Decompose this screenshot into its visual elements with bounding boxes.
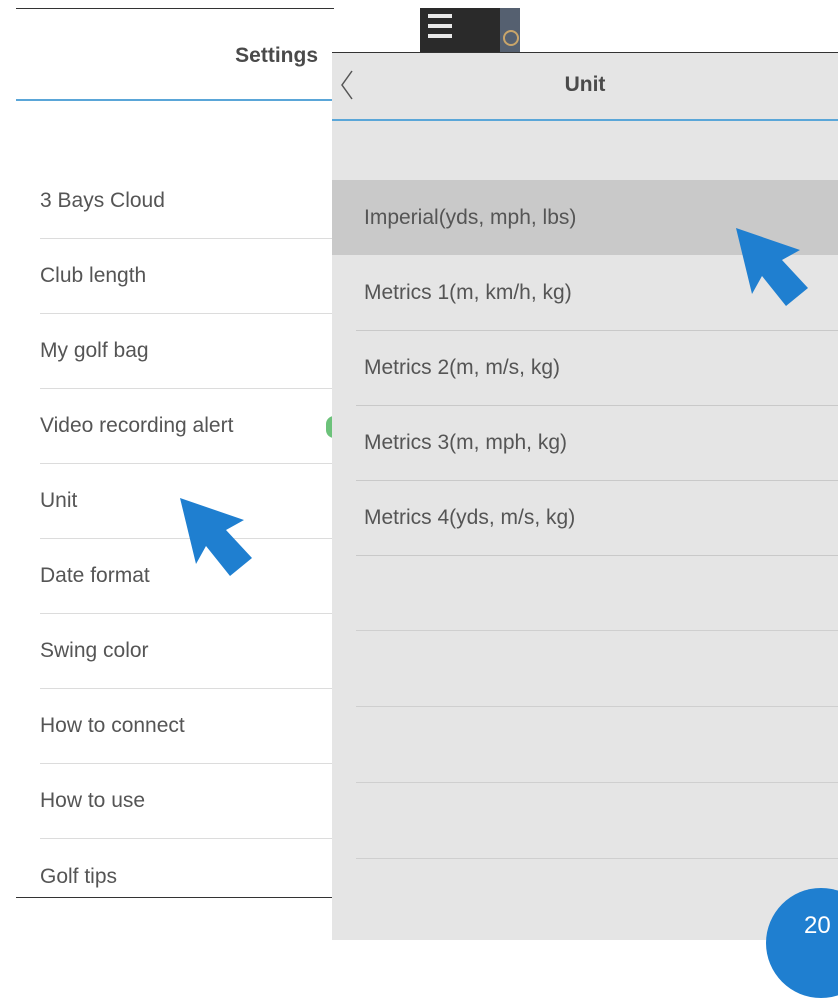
settings-header-underline <box>16 99 334 101</box>
unit-option-label: Metrics 2(m, m/s, kg) <box>364 355 561 379</box>
hamburger-icon-line <box>428 24 452 28</box>
settings-item-how-to-connect[interactable]: How to connect <box>40 689 334 764</box>
settings-item-label: My golf bag <box>40 339 149 362</box>
unit-option-label: Metrics 1(m, km/h, kg) <box>364 280 572 304</box>
unit-option-label: Metrics 4(yds, m/s, kg) <box>364 505 576 529</box>
settings-item-label: How to use <box>40 789 146 812</box>
settings-item-video-recording-alert[interactable]: Video recording alert <box>40 389 334 464</box>
menu-button[interactable] <box>420 8 520 52</box>
hamburger-icon-line <box>428 34 452 38</box>
settings-item-club-length[interactable]: Club length <box>40 239 334 314</box>
settings-item-label: Unit <box>40 489 78 512</box>
unit-title: Unit <box>564 73 606 96</box>
settings-item-label: Date format <box>40 564 150 587</box>
empty-row <box>356 555 838 631</box>
settings-item-label: 3 Bays Cloud <box>40 189 165 212</box>
empty-row <box>356 707 838 783</box>
unit-option-label: Imperial(yds, mph, lbs) <box>364 205 577 229</box>
settings-item-label: Swing color <box>40 639 149 662</box>
empty-row <box>356 783 838 859</box>
unit-option-label: Metrics 3(m, mph, kg) <box>364 430 568 454</box>
settings-item-3-bays-cloud[interactable]: 3 Bays Cloud <box>40 164 334 239</box>
pointer-arrow-icon <box>180 498 252 576</box>
unit-option-metrics-3[interactable]: Metrics 3(m, mph, kg) <box>332 405 838 481</box>
empty-row <box>356 631 838 707</box>
settings-item-label: Club length <box>40 264 147 287</box>
top-divider <box>16 8 334 9</box>
settings-item-swing-color[interactable]: Swing color <box>40 614 334 689</box>
settings-item-label: Golf tips <box>40 864 118 888</box>
unit-header: Unit <box>332 53 838 119</box>
empty-list-rows <box>332 555 838 859</box>
pointer-arrow-icon <box>736 228 808 306</box>
settings-item-label: Video recording alert <box>40 414 234 437</box>
thumbnail-image <box>500 8 520 52</box>
unit-option-metrics-2[interactable]: Metrics 2(m, m/s, kg) <box>332 330 838 406</box>
settings-item-label: How to connect <box>40 714 185 737</box>
settings-item-how-to-use[interactable]: How to use <box>40 764 334 839</box>
unit-option-metrics-4[interactable]: Metrics 4(yds, m/s, kg) <box>332 480 838 556</box>
settings-title: Settings <box>235 44 318 67</box>
settings-item-my-golf-bag[interactable]: My golf bag <box>40 314 334 389</box>
bottom-divider <box>16 897 334 898</box>
hamburger-icon <box>428 14 452 18</box>
unit-panel: Unit Imperial(yds, mph, lbs) Metrics 1(m… <box>332 52 838 940</box>
settings-item-golf-tips[interactable]: Golf tips <box>40 839 334 914</box>
